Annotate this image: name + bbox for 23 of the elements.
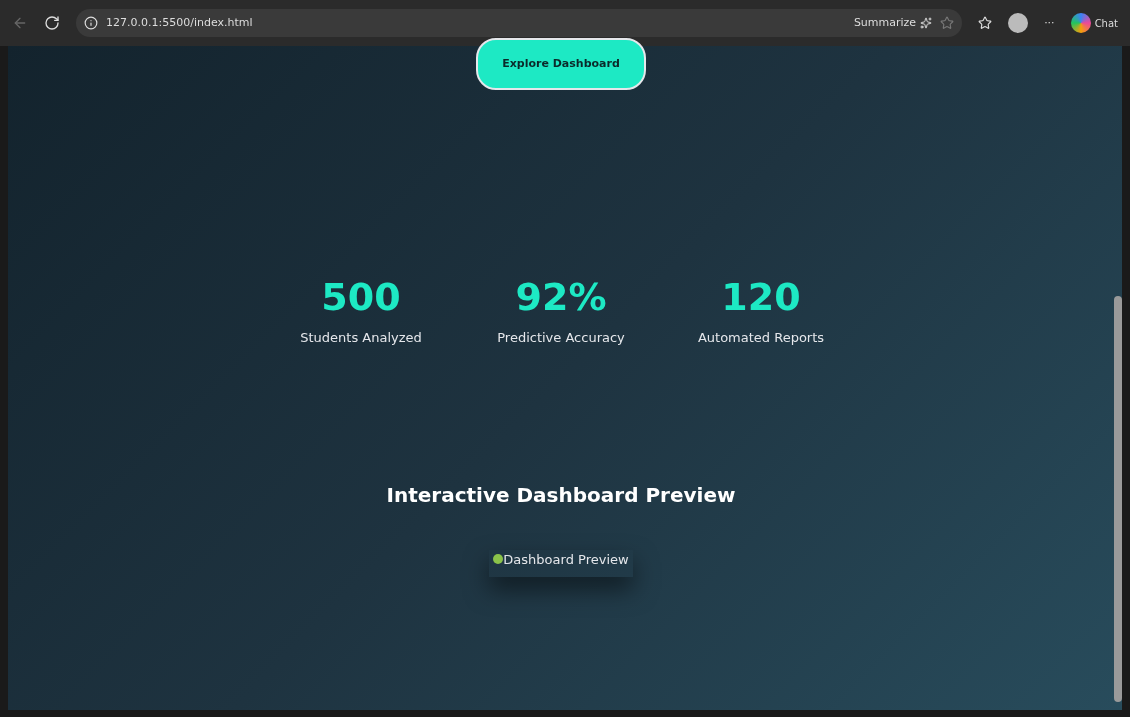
summarize-button[interactable]: Summarize [853,14,933,32]
favorite-icon[interactable] [940,16,955,30]
stat-label: Predictive Accuracy [497,329,625,347]
more-button[interactable]: ··· [1044,14,1055,32]
section-title: Interactive Dashboard Preview [386,481,736,509]
profile-avatar[interactable] [1008,13,1029,33]
broken-image-icon [493,554,504,565]
copilot-icon[interactable] [1070,13,1091,33]
address-bar[interactable]: 127.0.0.1:5500/index.html Summarize [76,9,963,37]
stat-value: 92% [515,278,607,316]
sparkle-icon [920,17,933,29]
chat-button[interactable]: Chat [1094,15,1118,31]
image-alt-text: Dashboard Preview [503,550,629,569]
scrollbar-thumb[interactable] [1114,296,1122,702]
stat-label: Automated Reports [697,329,825,347]
stat-value: 120 [721,278,801,316]
stat-value: 500 [321,278,401,316]
url-text: 127.0.0.1:5500/index.html [106,14,253,31]
favorites-icon[interactable] [978,16,993,30]
explore-dashboard-button[interactable]: Explore Dashboard [476,38,646,90]
info-icon[interactable] [84,16,98,30]
reload-icon[interactable] [44,15,60,31]
stat-label: Students Analyzed [300,329,422,347]
